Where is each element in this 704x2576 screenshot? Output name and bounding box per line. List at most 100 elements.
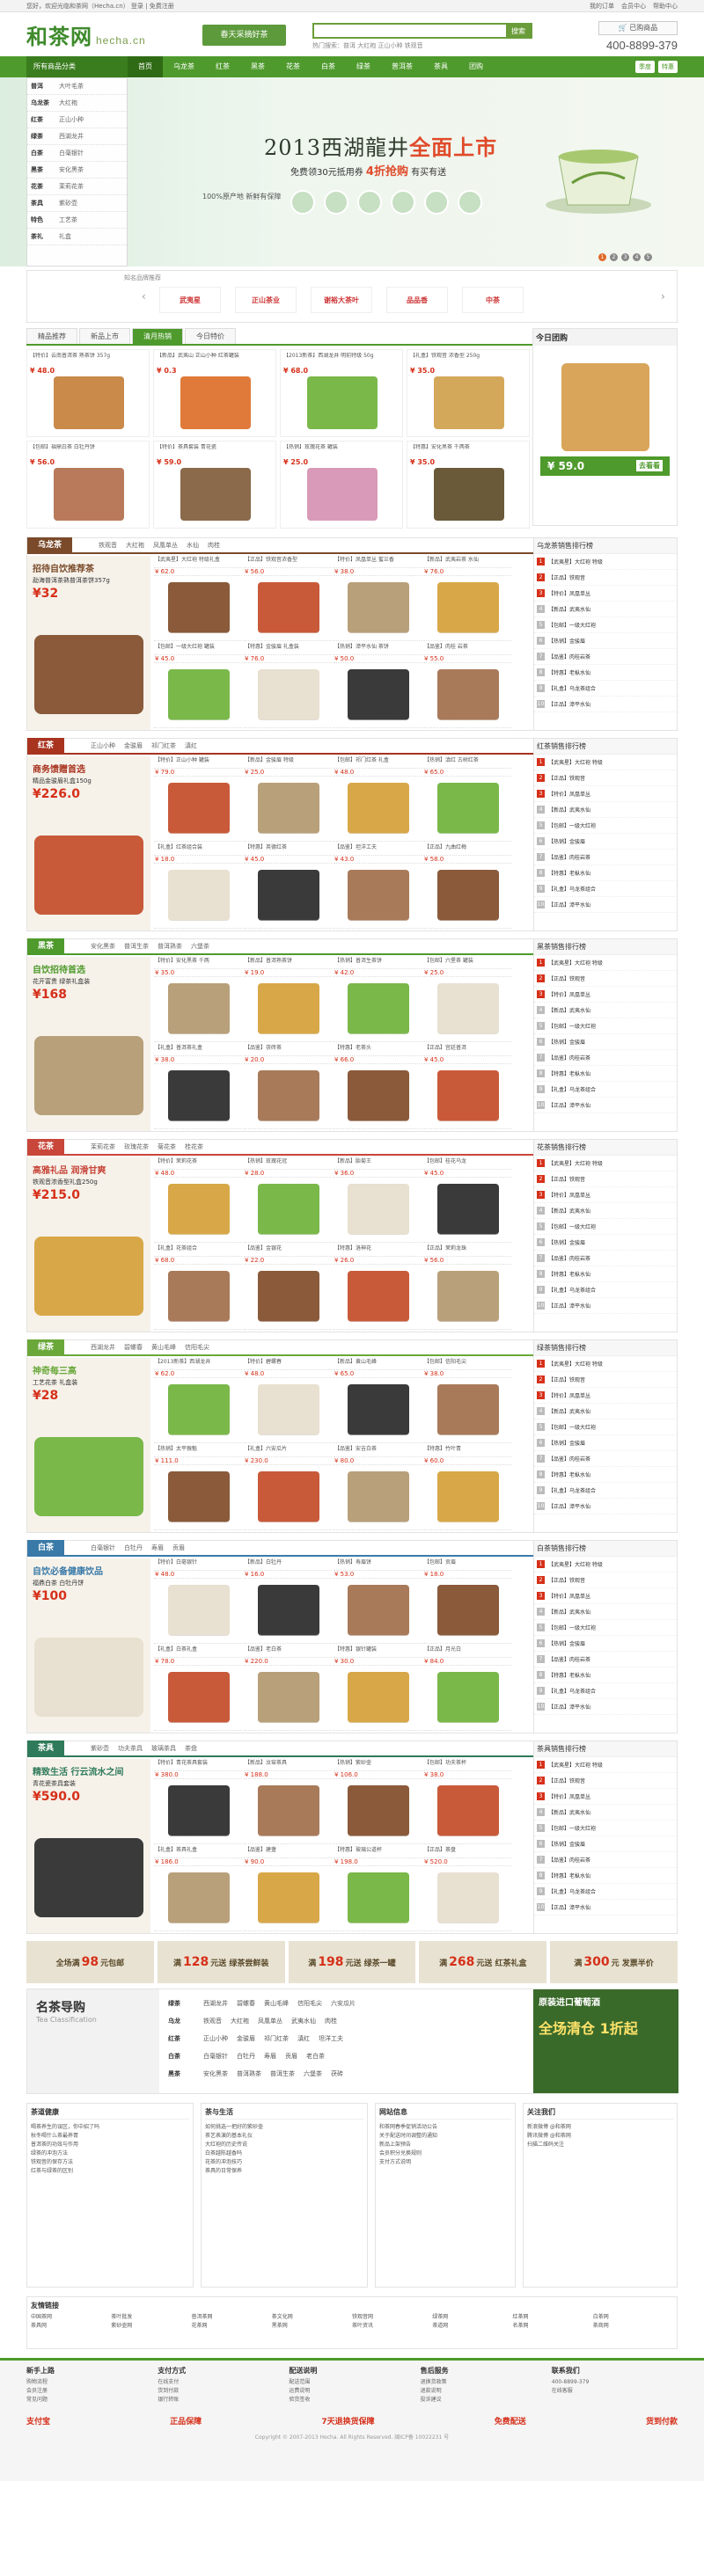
product-card[interactable]: 【包邮】功夫茶杯 ¥ 38.0	[423, 1759, 511, 1844]
product-name[interactable]: 【包邮】一级大红袍 罐装	[154, 643, 242, 655]
product-image[interactable]	[348, 1471, 409, 1522]
ranking-item[interactable]: 【正品】漳平水仙	[548, 1101, 590, 1109]
feature-image[interactable]	[34, 836, 143, 915]
ranking-row[interactable]: 2 【正品】铁观音	[534, 1573, 677, 1588]
feature-image[interactable]	[34, 1638, 143, 1717]
product-card[interactable]: 【新品】白牡丹 ¥ 16.0	[244, 1558, 332, 1644]
product-image[interactable]	[258, 870, 319, 921]
product-card[interactable]: 【热销】漳平水仙 茶饼 ¥ 50.0	[334, 643, 422, 728]
product-image[interactable]	[258, 1184, 319, 1235]
ranking-row[interactable]: 1 【武夷星】大红袍 特级	[534, 1757, 677, 1773]
category-sub[interactable]: 礼盒	[59, 232, 71, 241]
ranking-item[interactable]: 【新品】武夷水仙	[548, 1808, 590, 1816]
product-name[interactable]: 【2013新茶】西湖龙井	[154, 1358, 242, 1370]
product-name[interactable]: 【新品】黄山毛峰	[334, 1358, 422, 1370]
ranking-row[interactable]: 2 【正品】铁观音	[534, 1773, 677, 1789]
product-card[interactable]: 【2013新茶】西湖龙井 ¥ 62.0	[154, 1358, 242, 1443]
product-card[interactable]: 【特价】安化黑茶 千两 ¥ 35.0	[154, 957, 242, 1042]
ranking-row[interactable]: 7 【品鉴】肉桂岩茶	[534, 850, 677, 865]
product-card[interactable]: 【武夷星】大红袍 特级礼盒 ¥ 62.0	[154, 556, 242, 641]
guide-link[interactable]: 碧螺春	[237, 1999, 255, 2008]
product-image[interactable]	[437, 983, 499, 1034]
product-name[interactable]: 【特惠】竹叶青	[423, 1445, 511, 1457]
product-name[interactable]: 【礼盒】白茶礼盒	[154, 1646, 242, 1658]
ranking-row[interactable]: 3 【特价】凤凰单丛	[534, 586, 677, 602]
ranking-item[interactable]: 【包邮】一级大红袍	[548, 1824, 596, 1832]
ranking-row[interactable]: 8 【特惠】老枞水仙	[534, 865, 677, 881]
product-card[interactable]: 【包邮】六堡茶 罐装 ¥ 25.0	[423, 957, 511, 1042]
floor-tab[interactable]: 菊花茶	[158, 1142, 176, 1151]
product-card[interactable]: 【新品】汝窑茶具 ¥ 188.0	[244, 1759, 332, 1844]
product-card[interactable]: 【正品】九曲红梅 ¥ 58.0	[423, 843, 511, 929]
news-link[interactable]: 茶艺表演的基本礼仪	[205, 2132, 363, 2141]
ranking-row[interactable]: 3 【特价】凤凰单丛	[534, 1588, 677, 1604]
guide-link[interactable]: 正山小种	[203, 2034, 228, 2043]
footer-link[interactable]: 配送范围	[289, 2378, 414, 2387]
tab-recommend[interactable]: 清月热销	[132, 328, 183, 344]
ranking-row[interactable]: 6 【热销】金骏眉	[534, 1836, 677, 1852]
product-image[interactable]	[348, 1785, 409, 1836]
product-image[interactable]	[434, 468, 504, 521]
ranking-row[interactable]: 9 【礼盒】乌龙茶组合	[534, 681, 677, 697]
ranking-row[interactable]: 7 【品鉴】肉桂岩茶	[534, 1652, 677, 1667]
floor-feature[interactable]: 招待自饮推荐茶 勐海普洱茶熟普洱茶饼357g ¥32	[27, 556, 150, 730]
product-name[interactable]: 【热销】玫瑰花冠	[244, 1157, 332, 1170]
product-card[interactable]: 【包邮】贡眉 ¥ 18.0	[423, 1558, 511, 1644]
floor-name[interactable]: 乌龙茶	[27, 537, 73, 553]
guide-link[interactable]: 老白茶	[306, 2052, 325, 2061]
product-card[interactable]: 【特惠】竹叶青 ¥ 60.0	[423, 1445, 511, 1530]
ranking-item[interactable]: 【正品】漳平水仙	[548, 1502, 590, 1510]
ranking-item[interactable]: 【热销】金骏眉	[548, 837, 585, 845]
product-card[interactable]: 【品鉴】金银花 ¥ 22.0	[244, 1244, 332, 1330]
product-image[interactable]	[348, 582, 409, 633]
product-image[interactable]	[348, 1384, 409, 1435]
product-name[interactable]: 【品鉴】茯砖茶	[244, 1044, 332, 1056]
ranking-item[interactable]: 【特价】凤凰单丛	[548, 990, 590, 998]
product-card[interactable]: 【礼盒】白茶礼盒 ¥ 78.0	[154, 1646, 242, 1731]
ranking-item[interactable]: 【礼盒】乌龙茶组合	[548, 684, 596, 692]
product-name[interactable]: 【包邮】六堡茶 罐装	[423, 957, 511, 969]
ranking-row[interactable]: 6 【热销】金骏眉	[534, 633, 677, 649]
guide-link[interactable]: 黄山毛峰	[264, 1999, 289, 2008]
slide-dot[interactable]: 3	[621, 253, 629, 261]
ranking-item[interactable]: 【新品】武夷水仙	[548, 1207, 590, 1215]
product-name[interactable]: 【特惠】英德红茶	[244, 843, 332, 856]
product-name[interactable]: 【新品】汝窑茶具	[244, 1759, 332, 1771]
footer-link[interactable]: 常见问题	[26, 2396, 152, 2405]
product-image[interactable]	[168, 582, 230, 633]
product-card[interactable]: 【品鉴】肉桂 岩茶 ¥ 55.0	[423, 643, 511, 728]
product-name[interactable]: 【新品】武夷岩茶 水仙	[423, 556, 511, 568]
category-name[interactable]: 茶礼	[31, 232, 54, 241]
product-name[interactable]: 【品鉴】肉桂 岩茶	[423, 643, 511, 655]
ranking-row[interactable]: 5 【包邮】一级大红袍	[534, 1219, 677, 1235]
product-card[interactable]: 【2013新茶】西湖龙井 明前特级 50g ¥ 68.0	[280, 349, 403, 437]
ranking-row[interactable]: 5 【包邮】一级大红袍	[534, 617, 677, 633]
product-image[interactable]	[348, 1271, 409, 1322]
footer-link[interactable]: 在线支付	[158, 2378, 283, 2387]
product-image[interactable]	[437, 582, 499, 633]
guide-link[interactable]: 凤凰单丛	[258, 2017, 282, 2025]
product-card[interactable]: 【热销】普洱生茶饼 ¥ 42.0	[334, 957, 422, 1042]
product-name[interactable]: 【特价】凤凰单丛 蜜兰香	[334, 556, 422, 568]
category-name[interactable]: 普洱	[31, 82, 54, 91]
product-image[interactable]	[168, 1672, 230, 1723]
product-image[interactable]	[437, 1585, 499, 1636]
guide-category[interactable]: 乌龙	[168, 2017, 194, 2025]
product-card[interactable]: 【礼盒】花茶组合 ¥ 68.0	[154, 1244, 242, 1330]
guide-link[interactable]: 铁观音	[203, 2017, 222, 2025]
product-name[interactable]: 【正品】茶盘	[423, 1846, 511, 1858]
product-card[interactable]: 【新品】胎菊王 ¥ 36.0	[334, 1157, 422, 1243]
product-image[interactable]	[54, 376, 124, 429]
product-name[interactable]: 【包邮】功夫茶杯	[423, 1759, 511, 1771]
friend-link[interactable]: 白茶网	[593, 2313, 673, 2322]
ranking-item[interactable]: 【热销】金骏眉	[548, 1840, 585, 1848]
floor-tab[interactable]: 水仙	[187, 541, 199, 550]
friend-link[interactable]: 茶文化网	[272, 2313, 352, 2322]
link-member[interactable]: 会员中心	[621, 2, 646, 11]
product-name[interactable]: 【特惠】玻璃公道杯	[334, 1846, 422, 1858]
floor-tab[interactable]: 普洱生茶	[124, 942, 149, 951]
floor-name[interactable]: 白茶	[27, 1540, 65, 1556]
ranking-row[interactable]: 2 【正品】铁观音	[534, 1372, 677, 1388]
ranking-item[interactable]: 【包邮】一级大红袍	[548, 1423, 596, 1431]
ranking-item[interactable]: 【新品】武夷水仙	[548, 1608, 590, 1616]
